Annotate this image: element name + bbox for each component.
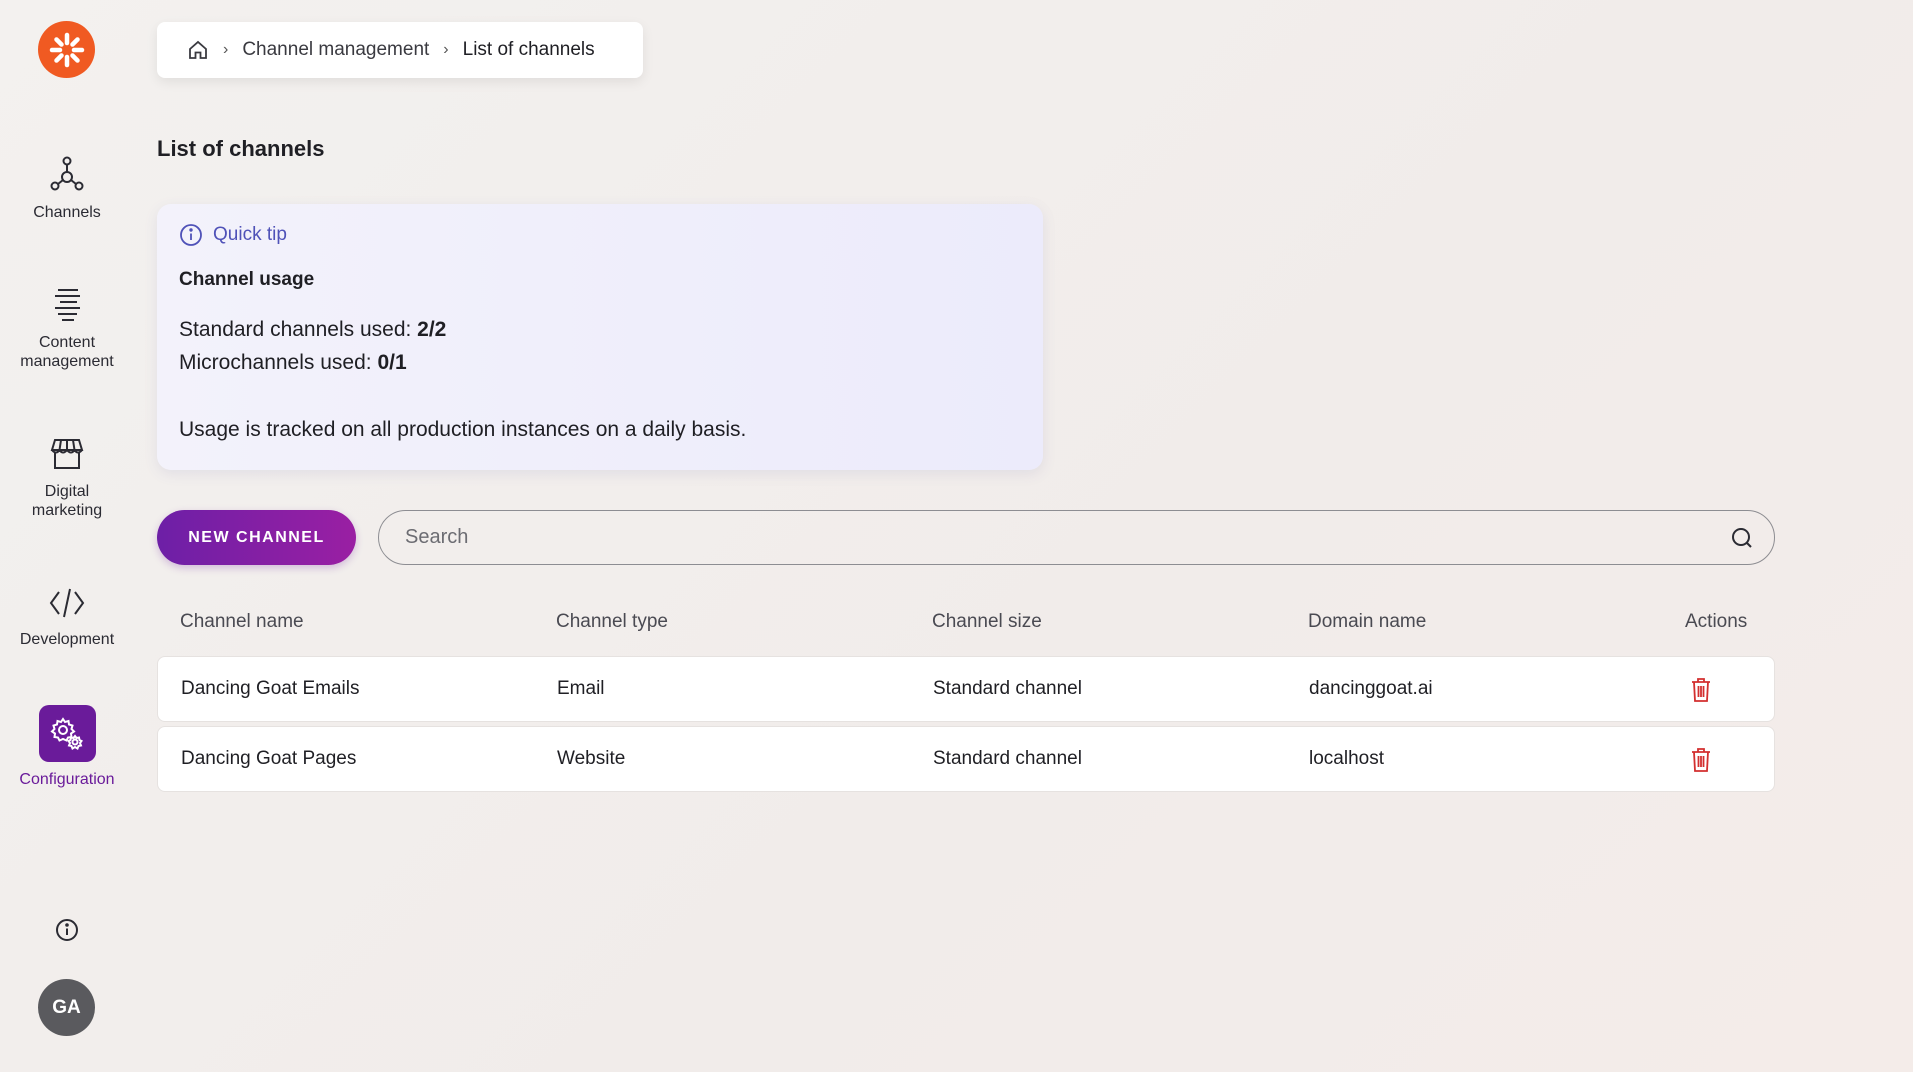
- quick-tip-label: Quick tip: [213, 224, 287, 245]
- kentico-logo-icon: [49, 32, 84, 67]
- breadcrumb-list-of-channels: List of channels: [462, 39, 595, 60]
- channels-icon: [50, 156, 84, 191]
- column-header-actions: Actions: [1685, 611, 1748, 632]
- store-icon: [50, 439, 84, 469]
- sidebar-item-configuration[interactable]: Configuration: [0, 705, 134, 789]
- code-icon: [49, 588, 85, 618]
- microchannels-usage: Microchannels used: 0/1: [179, 351, 407, 375]
- logo[interactable]: [38, 21, 95, 78]
- page-title: List of channels: [157, 136, 325, 161]
- trash-icon[interactable]: [1690, 677, 1712, 703]
- sidebar: Channels Content management Digital mark…: [0, 0, 134, 1072]
- microchannels-value: 0/1: [377, 351, 407, 374]
- sidebar-item-label: Development: [19, 631, 115, 648]
- cell-channel-size: Standard channel: [933, 678, 1082, 699]
- table-row[interactable]: Dancing Goat Emails Email Standard chann…: [157, 656, 1775, 722]
- info-icon: [56, 919, 78, 941]
- search-input[interactable]: [379, 526, 1730, 549]
- column-header-channel-size[interactable]: Channel size: [932, 611, 1042, 633]
- column-header-channel-type[interactable]: Channel type: [556, 611, 668, 633]
- sidebar-item-label: Digital marketing: [31, 483, 103, 519]
- content-icon: [55, 289, 80, 321]
- sidebar-item-label: Channels: [33, 204, 101, 221]
- chevron-right-icon: ›: [223, 41, 229, 58]
- column-header-channel-name[interactable]: Channel name: [180, 611, 304, 633]
- usage-note: Usage is tracked on all production insta…: [179, 418, 747, 441]
- standard-channels-label: Standard channels used:: [179, 318, 418, 341]
- avatar[interactable]: GA: [38, 979, 95, 1036]
- cell-channel-size: Standard channel: [933, 748, 1082, 769]
- quick-tip-card: Quick tip Channel usage Standard channel…: [157, 204, 1043, 470]
- column-header-domain-name[interactable]: Domain name: [1308, 611, 1426, 633]
- new-channel-button[interactable]: NEW CHANNEL: [157, 510, 356, 565]
- trash-icon[interactable]: [1690, 747, 1712, 773]
- cell-domain-name: localhost: [1309, 748, 1384, 769]
- configuration-icon-box: [38, 705, 96, 762]
- info-icon: [180, 224, 202, 246]
- search-icon[interactable]: [1730, 526, 1754, 550]
- sidebar-item-label: Configuration: [19, 771, 115, 788]
- breadcrumb: › Channel management › List of channels: [157, 22, 643, 78]
- home-icon[interactable]: [187, 39, 209, 61]
- chevron-right-icon: ›: [443, 41, 449, 58]
- microchannels-label: Microchannels used:: [179, 351, 378, 374]
- quick-tip-header[interactable]: Quick tip: [179, 223, 287, 247]
- cell-channel-type: Email: [557, 678, 605, 699]
- search-box: [378, 510, 1775, 565]
- sidebar-item-channels[interactable]: Channels: [0, 155, 134, 222]
- sidebar-item-digital-marketing[interactable]: Digital marketing: [0, 436, 134, 520]
- cell-channel-type: Website: [557, 748, 626, 769]
- standard-channels-value: 2/2: [417, 318, 447, 341]
- sidebar-item-label: Content management: [20, 334, 114, 370]
- breadcrumb-channel-management[interactable]: Channel management: [242, 39, 429, 61]
- cell-domain-name: dancinggoat.ai: [1309, 678, 1433, 699]
- sidebar-item-development[interactable]: Development: [0, 586, 134, 649]
- table-row[interactable]: Dancing Goat Pages Website Standard chan…: [157, 726, 1775, 792]
- info-button[interactable]: [54, 917, 80, 943]
- gear-icon: [50, 716, 84, 750]
- cell-channel-name: Dancing Goat Emails: [181, 678, 360, 699]
- cell-channel-name: Dancing Goat Pages: [181, 748, 357, 769]
- tip-title: Channel usage: [179, 269, 315, 290]
- sidebar-item-content-management[interactable]: Content management: [0, 287, 134, 371]
- standard-channels-usage: Standard channels used: 2/2: [179, 318, 446, 342]
